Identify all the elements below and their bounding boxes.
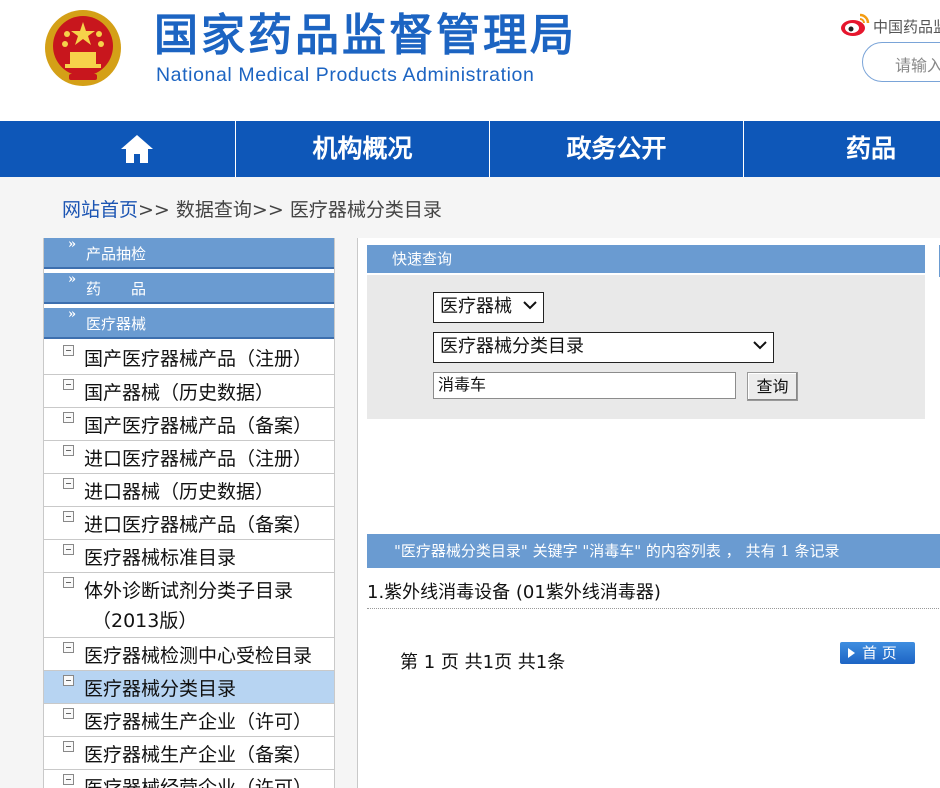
site-search-input[interactable]: 请输入 xyxy=(862,42,940,82)
breadcrumb-home-link[interactable]: 网站首页 xyxy=(62,199,138,221)
query-button[interactable]: 查询 xyxy=(747,372,798,401)
result-divider xyxy=(367,608,940,609)
nav-item-government-affairs[interactable]: 政务公开 xyxy=(490,121,744,177)
nav-home[interactable] xyxy=(0,121,236,177)
sidebar-item-ivd-reagent-catalog[interactable]: 体外诊断试剂分类子目录 （2013版） xyxy=(44,573,334,638)
sidebar-item-device-classification-catalog[interactable]: 医疗器械分类目录 xyxy=(44,671,334,704)
sidebar-item-device-standards[interactable]: 医疗器械标准目录 xyxy=(44,540,334,573)
first-page-button[interactable]: 首 页 xyxy=(840,642,915,664)
sidebar-section-label: 产品抽检 xyxy=(86,245,147,263)
breadcrumb-separator: >> xyxy=(251,199,284,221)
sidebar-item-import-device-registration[interactable]: 进口医疗器械产品（注册） xyxy=(44,441,334,474)
main-content: 快速查询 医疗器械 医疗器械分类目录 消毒车 查询 "医疗器械分类目录" 关键字… xyxy=(357,238,940,788)
breadcrumb-separator: >> xyxy=(138,199,170,221)
document-icon xyxy=(63,445,74,456)
document-icon xyxy=(63,478,74,489)
national-emblem-icon xyxy=(45,10,121,86)
sidebar-section-label: 药 品 xyxy=(86,280,147,298)
sidebar-item-domestic-device-registration[interactable]: 国产医疗器械产品（注册） xyxy=(44,341,334,375)
double-chevron-icon: » xyxy=(68,272,77,287)
sidebar-item-label: 进口医疗器械产品（备案） xyxy=(84,514,313,536)
weibo-icon[interactable] xyxy=(840,12,870,38)
document-icon xyxy=(63,379,74,390)
result-list-header: "医疗器械分类目录" 关键字 "消毒车" 的内容列表 ， 共有 1 条记录 xyxy=(367,534,940,568)
sidebar-item-label: 医疗器械生产企业（备案） xyxy=(84,744,313,766)
sidebar-item-label: 国产器械（历史数据） xyxy=(84,382,275,404)
nav-item-drugs[interactable]: 药品 xyxy=(744,121,940,177)
sidebar-item-label: 医疗器械检测中心受检目录 xyxy=(84,645,313,667)
sidebar-item-label: 体外诊断试剂分类子目录 xyxy=(84,580,294,602)
nav-item-organization[interactable]: 机构概况 xyxy=(236,121,490,177)
first-page-label: 首 页 xyxy=(862,644,897,662)
document-icon xyxy=(63,741,74,752)
sidebar-item-label: 国产医疗器械产品（备案） xyxy=(84,415,313,437)
sidebar-section-label: 医疗器械 xyxy=(86,315,147,333)
sidebar-item-label: 医疗器械经营企业（许可） xyxy=(84,777,313,788)
sidebar-item-import-device-history[interactable]: 进口器械（历史数据） xyxy=(44,474,334,507)
double-chevron-icon: » xyxy=(68,237,77,252)
site-title: 国家药品监督管理局 xyxy=(154,10,577,61)
document-icon xyxy=(63,345,74,356)
play-arrow-icon xyxy=(848,648,855,658)
document-icon xyxy=(63,774,74,785)
catalog-select[interactable]: 医疗器械分类目录 xyxy=(433,332,774,363)
sidebar: » 产品抽检 » 药 品 » 医疗器械 国产医疗器械产品（注册） 国产器械（历史… xyxy=(43,237,335,788)
sidebar-item-label: 医疗器械标准目录 xyxy=(84,547,237,569)
document-icon xyxy=(63,511,74,522)
sidebar-section-drugs[interactable]: » 药 品 xyxy=(44,272,334,304)
sidebar-item-manufacturer-license[interactable]: 医疗器械生产企业（许可） xyxy=(44,704,334,737)
sidebar-item-import-device-filing[interactable]: 进口医疗器械产品（备案） xyxy=(44,507,334,540)
site-header: 国家药品监督管理局 National Medical Products Admi… xyxy=(0,0,940,121)
sidebar-item-domestic-device-history[interactable]: 国产器械（历史数据） xyxy=(44,375,334,408)
category-select[interactable]: 医疗器械 xyxy=(433,292,544,323)
sidebar-section-medical-devices[interactable]: » 医疗器械 xyxy=(44,307,334,339)
site-subtitle: National Medical Products Administration xyxy=(156,64,535,86)
quick-search-panel: 医疗器械 医疗器械分类目录 消毒车 查询 xyxy=(367,275,925,419)
double-chevron-icon: » xyxy=(68,307,77,322)
quick-search-title: 快速查询 xyxy=(367,245,925,273)
sidebar-item-domestic-device-filing[interactable]: 国产医疗器械产品（备案） xyxy=(44,408,334,441)
breadcrumb-current: 医疗器械分类目录 xyxy=(289,199,442,221)
sidebar-item-label: 进口医疗器械产品（注册） xyxy=(84,448,313,470)
result-list-item[interactable]: 1.紫外线消毒设备 (01紫外线消毒器) xyxy=(367,578,661,604)
weibo-link[interactable]: 中国药品监 xyxy=(873,16,940,37)
sidebar-item-label-line2: （2013版） xyxy=(92,610,198,632)
document-icon xyxy=(63,675,74,686)
sidebar-item-label: 医疗器械分类目录 xyxy=(84,678,237,700)
document-icon xyxy=(63,577,74,588)
sidebar-section-product-sampling[interactable]: » 产品抽检 xyxy=(44,237,334,269)
breadcrumb: 网站首页>> 数据查询>> 医疗器械分类目录 xyxy=(62,195,442,222)
catalog-select-value: 医疗器械分类目录 xyxy=(440,336,584,357)
search-placeholder: 请输入 xyxy=(895,56,940,75)
document-icon xyxy=(63,412,74,423)
sidebar-item-label: 医疗器械生产企业（许可） xyxy=(84,711,313,733)
chevron-down-icon xyxy=(523,301,537,310)
sidebar-item-testing-center-catalog[interactable]: 医疗器械检测中心受检目录 xyxy=(44,638,334,671)
sidebar-item-manufacturer-filing[interactable]: 医疗器械生产企业（备案） xyxy=(44,737,334,770)
sidebar-item-distributor-license[interactable]: 医疗器械经营企业（许可） xyxy=(44,770,334,788)
document-icon xyxy=(63,642,74,653)
chevron-down-icon xyxy=(753,341,767,350)
sidebar-item-label: 国产医疗器械产品（注册） xyxy=(84,348,313,370)
breadcrumb-data-query[interactable]: 数据查询 xyxy=(176,199,252,221)
document-icon xyxy=(63,544,74,555)
document-icon xyxy=(63,708,74,719)
sidebar-item-label: 进口器械（历史数据） xyxy=(84,481,275,503)
home-icon xyxy=(121,135,153,163)
main-nav: 机构概况 政务公开 药品 xyxy=(0,121,940,177)
pagination-info: 第 1 页 共1页 共1条 xyxy=(400,652,566,673)
category-select-value: 医疗器械 xyxy=(440,296,512,317)
keyword-input[interactable]: 消毒车 xyxy=(433,372,736,399)
